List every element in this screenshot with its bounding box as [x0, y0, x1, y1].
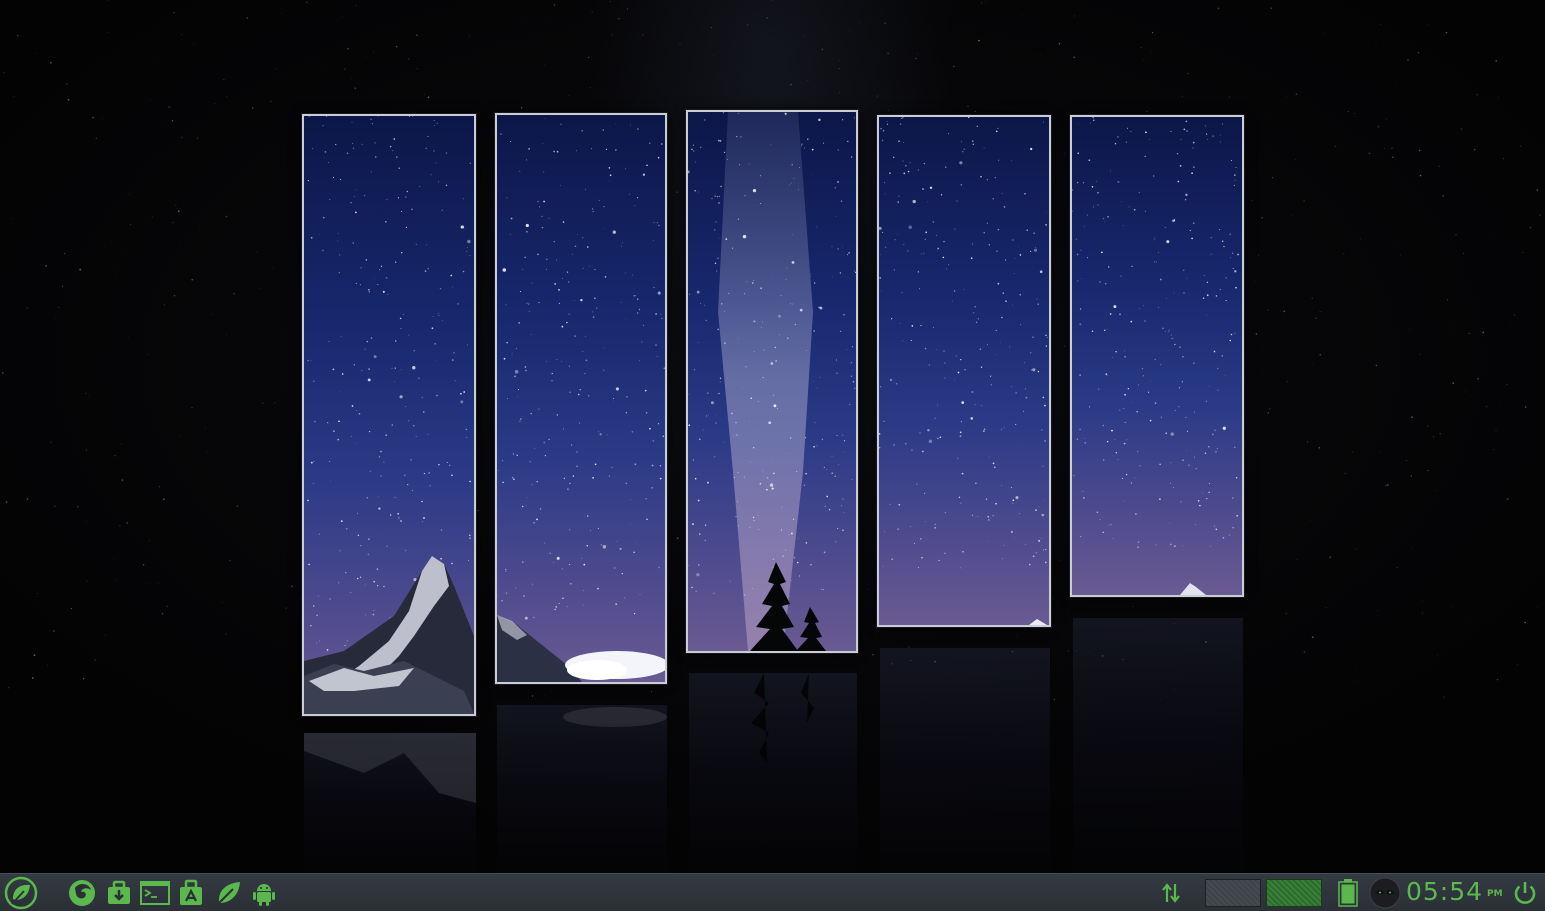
android-launcher[interactable]: [249, 878, 279, 908]
mountain-peak-image: [304, 116, 474, 714]
desktop-wallpaper: [0, 0, 1545, 873]
wallpaper-panel-4: [877, 115, 1051, 627]
app-store-launcher[interactable]: [176, 878, 206, 908]
app-store-icon: [180, 879, 202, 905]
mint-leaf-icon: [215, 882, 240, 907]
battery-icon: [1338, 879, 1358, 907]
workspace-1[interactable]: [1205, 879, 1261, 907]
mint-leaf-launcher[interactable]: [213, 878, 243, 908]
software-center-launcher[interactable]: [104, 878, 134, 908]
battery-indicator[interactable]: [1333, 878, 1363, 908]
android-icon: [253, 884, 275, 906]
panel-reflection: [689, 673, 857, 873]
clock-ampm: PM: [1487, 889, 1503, 899]
wallpaper-panel-1: [302, 114, 476, 716]
firefox-launcher[interactable]: [67, 878, 97, 908]
panel-reflection: [880, 648, 1050, 873]
network-indicator[interactable]: [1156, 878, 1186, 908]
software-center-icon: [108, 880, 130, 904]
mountain-cloud-image: [497, 118, 665, 682]
start-menu-button[interactable]: [3, 876, 39, 910]
taskbar: 05:54 PM: [0, 873, 1545, 911]
power-button[interactable]: [1510, 878, 1540, 908]
network-arrows-icon: [1162, 883, 1180, 903]
power-icon: [1514, 882, 1536, 904]
user-avatar-icon: [1369, 877, 1401, 909]
leaf-menu-icon: [4, 876, 38, 910]
panel-reflection: [1073, 618, 1243, 873]
wallpaper-panel-2: [495, 113, 667, 684]
distant-peak-image: [1072, 117, 1239, 595]
workspace-2-active[interactable]: [1266, 879, 1322, 907]
wallpaper-panel-3: [686, 110, 858, 653]
panel-reflection: [304, 733, 476, 873]
panel-reflection: [497, 705, 667, 873]
terminal-launcher[interactable]: [139, 878, 171, 908]
terminal-icon: [140, 881, 170, 905]
firefox-icon: [69, 880, 95, 906]
starry-sky-image: [879, 117, 1048, 625]
clock-time[interactable]: 05:54: [1406, 877, 1483, 906]
milky-way-trees-image: [688, 112, 856, 651]
user-menu-button[interactable]: [1369, 877, 1401, 909]
wallpaper-panel-5: [1070, 115, 1244, 597]
